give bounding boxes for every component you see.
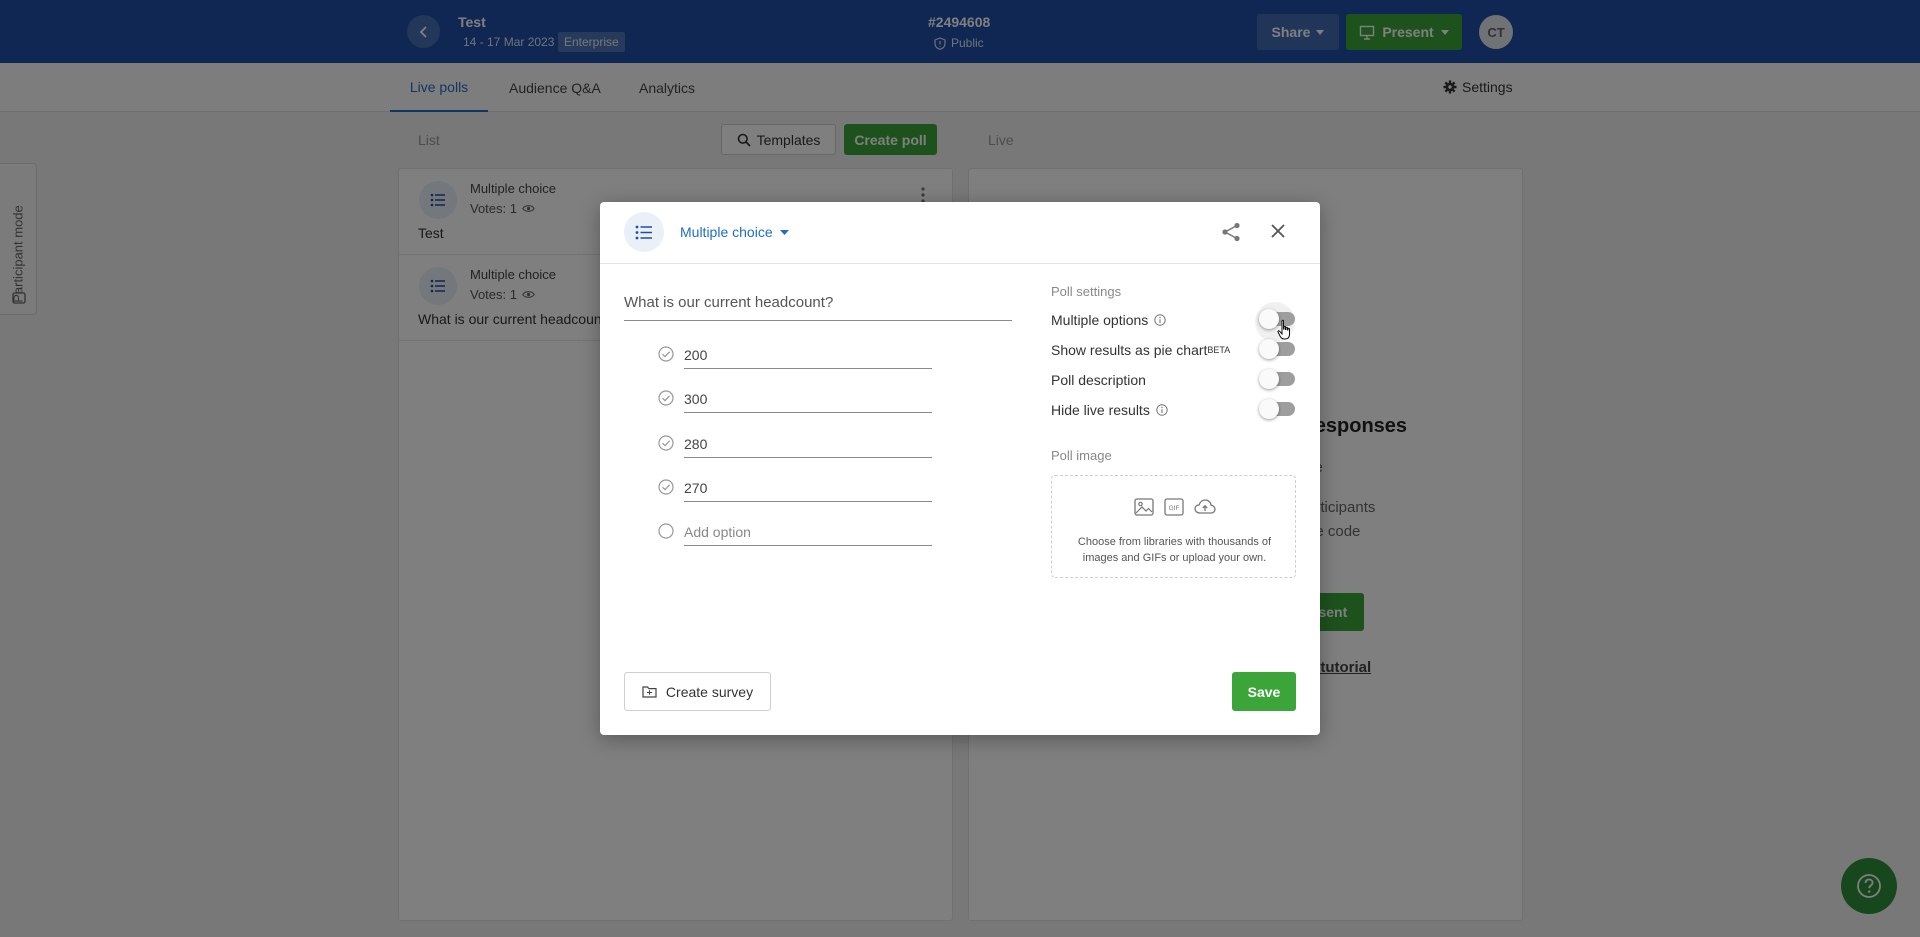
image-source-icons: GIF (1052, 498, 1297, 516)
hide-live-results-toggle[interactable] (1259, 399, 1295, 419)
check-circle-icon[interactable] (658, 435, 674, 451)
beta-badge: BETA (1207, 345, 1231, 355)
setting-label-wrap: Hide live results (1051, 402, 1168, 418)
option-row: 200 (658, 339, 942, 369)
image-help-text: Choose from libraries with thousands of … (1077, 536, 1272, 564)
share-icon[interactable] (1221, 222, 1241, 242)
setting-label: Hide live results (1051, 402, 1150, 418)
setting-multiple-options: Multiple options (1051, 309, 1299, 333)
setting-label-wrap: Show results as pie chart BETA (1051, 342, 1230, 358)
hand-cursor-icon (1277, 319, 1290, 340)
list-icon (624, 212, 664, 252)
add-option-input[interactable]: Add option (684, 516, 932, 546)
poll-image-title: Poll image (1051, 448, 1112, 463)
option-row: Add option (658, 516, 942, 546)
poll-type-label: Multiple choice (680, 224, 773, 240)
poll-image-dropzone[interactable]: GIF Choose from libraries with thousands… (1051, 475, 1296, 578)
info-icon[interactable] (1154, 314, 1166, 326)
option-row: 270 (658, 472, 942, 502)
create-survey-button[interactable]: Create survey (624, 672, 771, 711)
edit-poll-dialog: Multiple choice What is our current head… (600, 202, 1320, 735)
setting-label: Show results as pie chart (1051, 342, 1208, 358)
empty-circle-icon (658, 523, 674, 539)
caret-down-icon (779, 229, 789, 235)
option-input[interactable]: 300 (684, 383, 932, 413)
setting-pie-chart: Show results as pie chart BETA (1051, 339, 1299, 363)
check-circle-icon[interactable] (658, 390, 674, 406)
option-input[interactable]: 280 (684, 428, 932, 458)
pie-chart-toggle[interactable] (1259, 339, 1295, 359)
save-button[interactable]: Save (1232, 672, 1296, 711)
setting-label-wrap: Poll description (1051, 372, 1146, 388)
setting-poll-description: Poll description (1051, 369, 1299, 393)
option-input[interactable]: 200 (684, 339, 932, 369)
close-icon[interactable] (1270, 223, 1286, 239)
setting-label-wrap: Multiple options (1051, 312, 1166, 328)
gif-icon[interactable]: GIF (1163, 498, 1184, 516)
check-circle-icon[interactable] (658, 479, 674, 495)
svg-text:GIF: GIF (1168, 505, 1179, 512)
option-row: 280 (658, 428, 942, 458)
poll-settings-title: Poll settings (1051, 284, 1122, 299)
info-icon[interactable] (1156, 404, 1168, 416)
setting-label: Poll description (1051, 372, 1146, 388)
image-icon[interactable] (1133, 498, 1154, 516)
question-input[interactable]: What is our current headcount? (624, 287, 1012, 321)
option-row: 300 (658, 383, 942, 413)
dialog-header: Multiple choice (600, 202, 1320, 264)
poll-type-dropdown[interactable]: Multiple choice (680, 224, 789, 240)
cloud-upload-icon[interactable] (1193, 498, 1216, 516)
setting-label: Multiple options (1051, 312, 1149, 328)
check-circle-icon[interactable] (658, 346, 674, 362)
create-survey-label: Create survey (665, 683, 754, 700)
setting-hide-live-results: Hide live results (1051, 399, 1299, 423)
poll-description-toggle[interactable] (1259, 369, 1295, 389)
folder-icon (642, 686, 657, 698)
option-input[interactable]: 270 (684, 472, 932, 502)
